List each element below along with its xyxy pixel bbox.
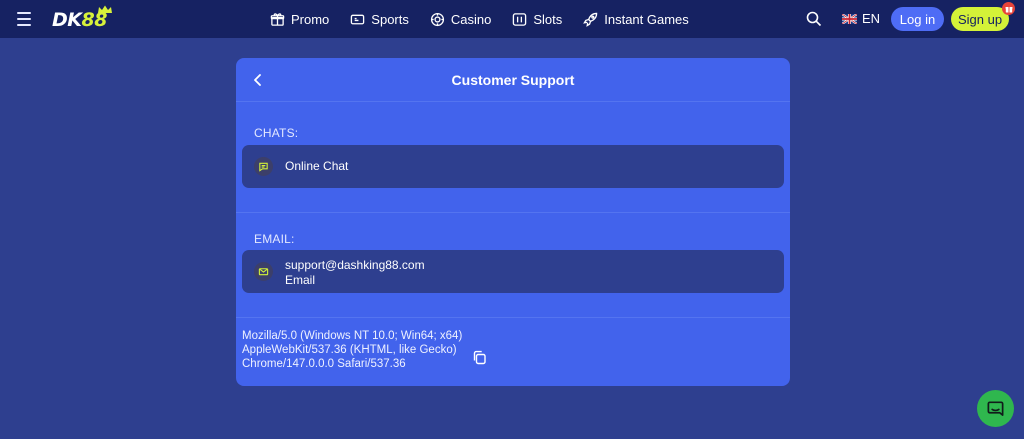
nav-promo-label: Promo [291,11,330,27]
nav-instant-games[interactable]: Instant Games [583,12,689,27]
main-nav: Promo Sports Casino Slots Instant Games [270,0,710,38]
online-chat-item[interactable]: Online Chat [242,145,784,188]
uk-flag-icon [842,13,857,24]
chat-bubble-icon [254,157,273,176]
nav-instant-games-label: Instant Games [604,11,689,27]
section-divider [236,317,790,318]
dk88-logo[interactable]: DK88 [52,5,116,31]
copy-icon[interactable] [472,350,487,365]
nav-slots[interactable]: Slots [512,12,562,27]
section-divider [236,212,790,213]
gift-icon [270,12,285,26]
login-button[interactable]: Log in [891,7,944,31]
language-label: EN [862,11,881,26]
nav-sports-label: Sports [371,11,409,27]
language-selector[interactable]: EN [842,11,880,26]
top-bar: DK88 Promo Sports Casino Slots Instant G… [0,0,1024,38]
signup-button[interactable]: Sign up [951,7,1009,31]
envelope-icon [254,262,273,281]
chip-icon [430,12,444,26]
customer-support-panel: Customer Support CHATS: Online Chat EMAI… [236,58,790,386]
signup-gift-badge [1002,2,1015,15]
nav-slots-label: Slots [533,11,563,27]
email-item[interactable]: support@dashking88.com Email [242,250,784,293]
menu-icon[interactable] [14,10,34,28]
slot-machine-icon [513,12,527,26]
rocket-icon [583,12,598,27]
chat-icon [987,401,1004,417]
user-agent-text: Mozilla/5.0 (Windows NT 10.0; Win64; x64… [242,330,463,370]
email-address: support@dashking88.com [285,258,425,272]
email-section-label: EMAIL: [254,232,295,246]
live-chat-button[interactable] [977,390,1014,427]
page-title: Customer Support [451,72,575,88]
chats-section-label: CHATS: [254,126,299,140]
crown-icon [98,5,112,13]
search-icon[interactable] [805,10,823,28]
nav-promo[interactable]: Promo [270,12,329,27]
nav-casino-label: Casino [450,11,492,27]
panel-header: Customer Support [236,58,790,102]
nav-sports[interactable]: Sports [350,12,409,27]
gift-icon [1005,5,1012,12]
nav-casino[interactable]: Casino [430,12,491,27]
email-type-label: Email [285,273,316,287]
ticket-icon [351,14,365,24]
online-chat-label: Online Chat [285,159,349,173]
